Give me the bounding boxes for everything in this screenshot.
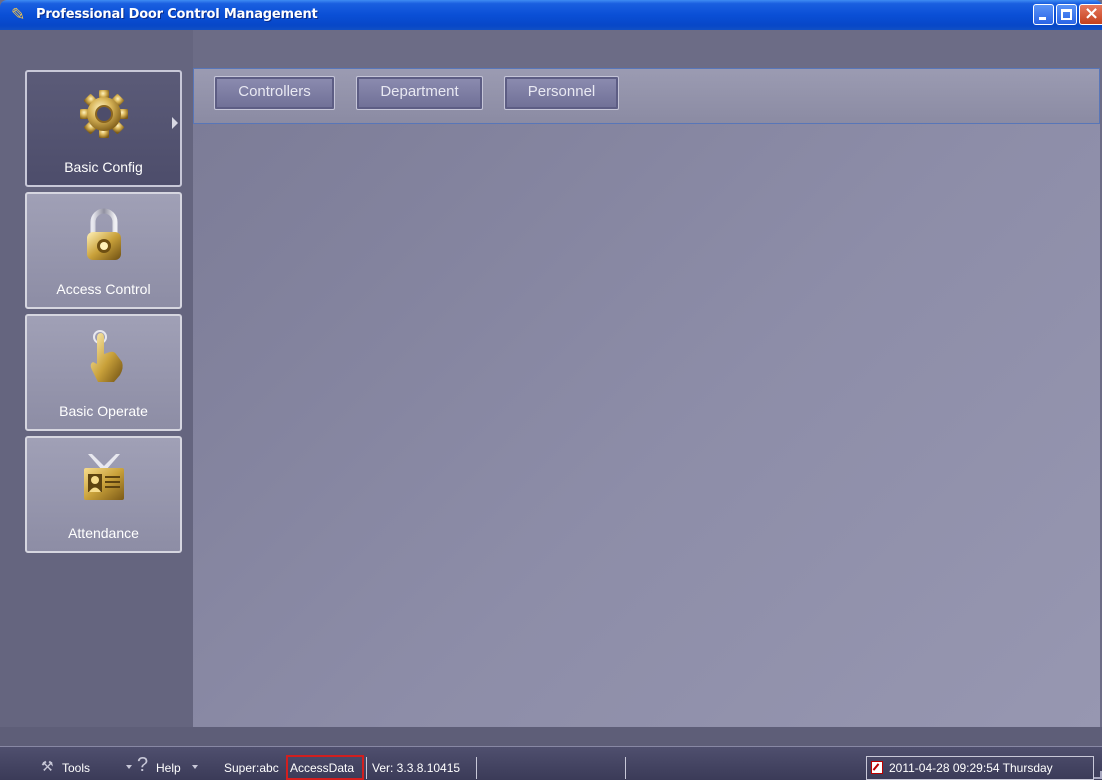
datetime: 2011-04-28 09:29:54 Thursday <box>889 761 1053 775</box>
sidebar-item-access-control[interactable]: Access Control <box>25 192 182 309</box>
chevron-down-icon[interactable] <box>126 765 132 769</box>
chevron-down-icon[interactable] <box>192 765 198 769</box>
minimize-button[interactable] <box>1033 4 1054 25</box>
sidebar-item-label: Basic Operate <box>59 403 148 419</box>
divider <box>366 757 367 779</box>
title-bar: ✎ Professional Door Control Management × <box>0 0 1102 30</box>
tab-controllers[interactable]: Controllers <box>214 76 335 110</box>
close-button[interactable]: × <box>1079 3 1102 25</box>
pointing-hand-icon <box>90 330 123 382</box>
sidebar-item-attendance[interactable]: Attendance <box>25 436 182 553</box>
divider <box>476 757 477 779</box>
workspace <box>193 68 1100 727</box>
close-icon: × <box>1084 3 1100 24</box>
divider <box>625 757 626 779</box>
workspace-footer <box>0 727 1102 746</box>
current-user: Super:abc <box>224 761 279 775</box>
tab-department[interactable]: Department <box>356 76 483 110</box>
active-indicator <box>172 117 178 129</box>
sidebar-item-basic-config[interactable]: Basic Config <box>25 70 182 187</box>
app-logo-icon: ✎ <box>11 5 26 25</box>
database-name: AccessData <box>290 761 355 775</box>
help-icon[interactable]: ? <box>137 754 148 777</box>
tools-icon[interactable]: ⚒ <box>41 759 54 775</box>
gear-icon <box>79 90 128 138</box>
id-badge-icon <box>83 454 124 500</box>
window-title: Professional Door Control Management <box>36 7 318 22</box>
version-label: Ver: 3.3.8.10415 <box>372 761 461 775</box>
sidebar-item-label: Access Control <box>56 281 151 297</box>
status-bar: ⚒ Tools ? Help Super:abc AccessData Ver:… <box>0 746 1102 780</box>
tools-menu[interactable]: Tools <box>62 761 90 775</box>
sidebar-item-label: Attendance <box>68 525 139 541</box>
help-menu[interactable]: Help <box>156 761 181 775</box>
sidebar-item-label: Basic Config <box>64 159 143 175</box>
tab-personnel[interactable]: Personnel <box>504 76 619 110</box>
clock-icon <box>871 761 883 774</box>
sidebar-item-basic-operate[interactable]: Basic Operate <box>25 314 182 431</box>
resize-grip[interactable] <box>1094 771 1102 779</box>
padlock-icon <box>86 208 121 260</box>
maximize-button[interactable] <box>1056 4 1077 25</box>
